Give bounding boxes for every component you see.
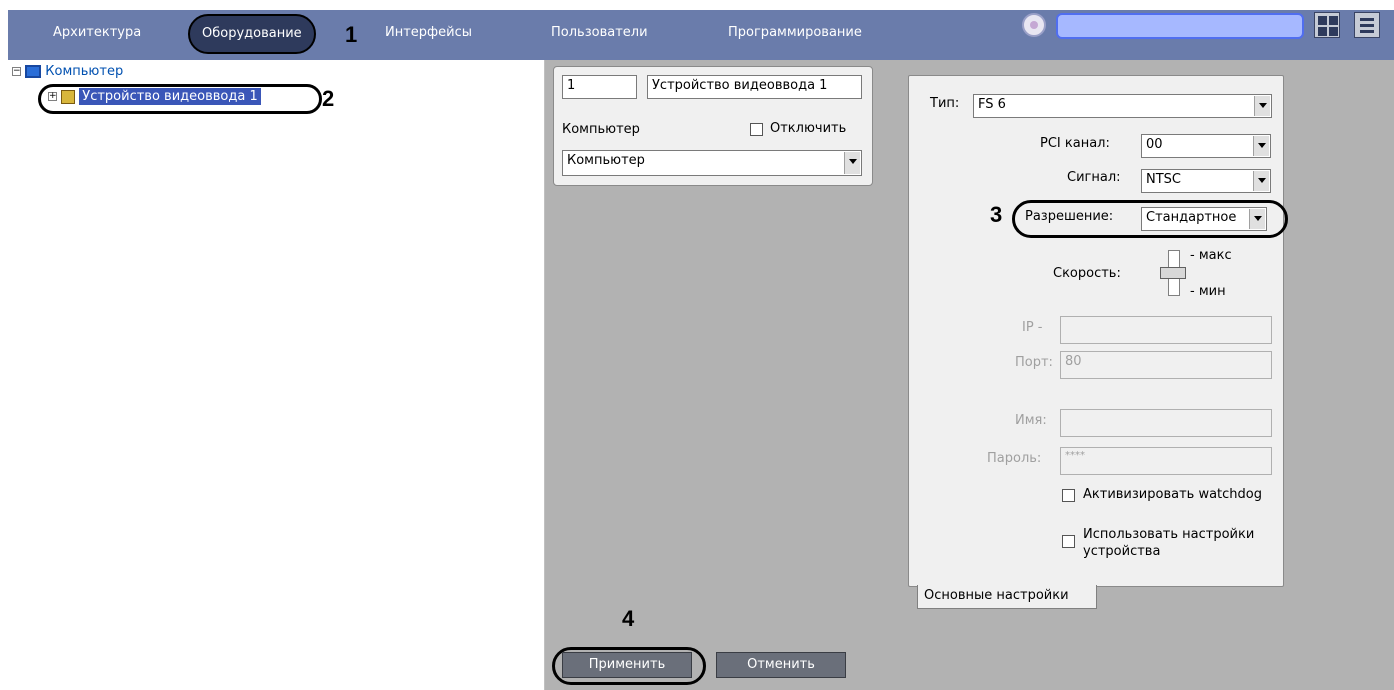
pci-channel-value: 00 — [1146, 137, 1163, 152]
ip-label: IP - — [1022, 320, 1043, 335]
apply-button[interactable]: Применить — [562, 652, 692, 678]
signal-label: Сигнал: — [1067, 170, 1121, 185]
device-id-field[interactable]: 1 — [562, 75, 637, 99]
menu-icon[interactable] — [1354, 12, 1380, 38]
tree-node-video-device-label: Устройство видеоввода 1 — [79, 88, 261, 105]
resolution-select[interactable]: Стандартное — [1141, 207, 1267, 231]
signal-select[interactable]: NTSC — [1141, 169, 1271, 193]
pci-channel-select[interactable]: 00 — [1141, 134, 1271, 158]
callout-2: 2 — [322, 86, 335, 111]
tab-architecture[interactable]: Архитектура — [53, 22, 141, 44]
pci-channel-label: PCI канал: — [1040, 136, 1110, 151]
type-select[interactable]: FS 6 — [973, 94, 1272, 118]
speed-label: Скорость: — [1053, 266, 1121, 281]
computer-select-value: Компьютер — [567, 153, 645, 168]
watchdog-checkbox[interactable] — [1062, 489, 1075, 502]
device-name-field[interactable]: Устройство видеоввода 1 — [647, 75, 862, 99]
tree-node-computer[interactable]: − Компьютер — [12, 64, 123, 79]
chevron-down-icon[interactable] — [844, 152, 860, 174]
chevron-down-icon[interactable] — [1253, 171, 1269, 191]
disable-label: Отключить — [770, 121, 847, 136]
name-field[interactable] — [1060, 409, 1272, 437]
ip-field[interactable] — [1060, 316, 1272, 344]
tree-node-video-device[interactable]: + Устройство видеоввода 1 — [48, 88, 261, 105]
tab-programming[interactable]: Программирование — [728, 22, 862, 44]
video-device-icon — [61, 89, 76, 104]
port-field[interactable]: 80 — [1060, 351, 1272, 379]
computer-icon — [25, 65, 42, 78]
expand-icon[interactable]: + — [48, 92, 57, 101]
password-field[interactable]: **** — [1060, 447, 1272, 475]
tab-equipment[interactable]: Оборудование — [188, 14, 316, 54]
chevron-down-icon[interactable] — [1249, 209, 1265, 229]
computer-select[interactable]: Компьютер — [562, 150, 862, 176]
object-tree-panel — [8, 60, 545, 690]
search-input[interactable] — [1056, 13, 1304, 39]
name-label: Имя: — [1015, 413, 1047, 428]
use-device-settings-label: Использовать настройки устройства — [1083, 527, 1255, 559]
use-device-settings-checkbox[interactable] — [1062, 535, 1075, 548]
type-select-value: FS 6 — [978, 97, 1006, 112]
type-label: Тип: — [930, 96, 960, 111]
grid-view-icon[interactable] — [1314, 12, 1340, 38]
password-label: Пароль: — [987, 451, 1042, 466]
tab-interfaces[interactable]: Интерфейсы — [385, 22, 472, 44]
signal-value: NTSC — [1146, 172, 1181, 187]
speed-max-label: - макс — [1190, 248, 1232, 263]
port-label: Порт: — [1015, 355, 1053, 370]
cancel-button[interactable]: Отменить — [716, 652, 846, 678]
settings-gear-icon[interactable] — [1022, 13, 1046, 37]
chevron-down-icon[interactable] — [1253, 136, 1269, 156]
watchdog-label: Активизировать watchdog — [1083, 487, 1262, 502]
speed-min-label: - мин — [1190, 284, 1226, 299]
collapse-icon[interactable]: − — [12, 67, 21, 76]
callout-3: 3 — [990, 202, 1003, 227]
chevron-down-icon[interactable] — [1254, 96, 1270, 116]
speed-slider-thumb[interactable] — [1160, 267, 1186, 279]
resolution-value: Стандартное — [1146, 210, 1237, 225]
resolution-label: Разрешение: — [1025, 209, 1114, 224]
disable-checkbox[interactable] — [750, 123, 763, 136]
computer-label: Компьютер — [562, 122, 640, 137]
callout-4: 4 — [622, 606, 635, 631]
tab-users[interactable]: Пользователи — [551, 22, 648, 44]
tab-main-settings[interactable]: Основные настройки — [917, 585, 1097, 609]
callout-1: 1 — [345, 22, 358, 47]
tree-node-computer-label: Компьютер — [45, 64, 124, 79]
